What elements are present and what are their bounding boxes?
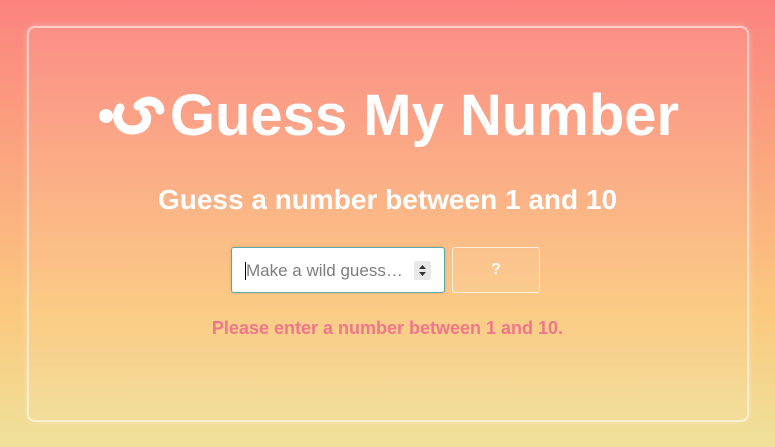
number-stepper[interactable] [414, 261, 431, 280]
page-title: Guess My Number [169, 83, 680, 148]
validation-message: Please enter a number between 1 and 10. [211, 318, 564, 338]
header: Guess My Number [0, 84, 775, 148]
guess-input-container[interactable] [231, 247, 445, 293]
guess-input[interactable] [246, 260, 406, 282]
pinwheel-logo-icon [98, 96, 165, 135]
submit-guess-button[interactable]: ? [452, 247, 540, 293]
game-prompt: Guess a number between 1 and 10 [157, 184, 618, 215]
stepper-arrows-icon [419, 265, 426, 276]
